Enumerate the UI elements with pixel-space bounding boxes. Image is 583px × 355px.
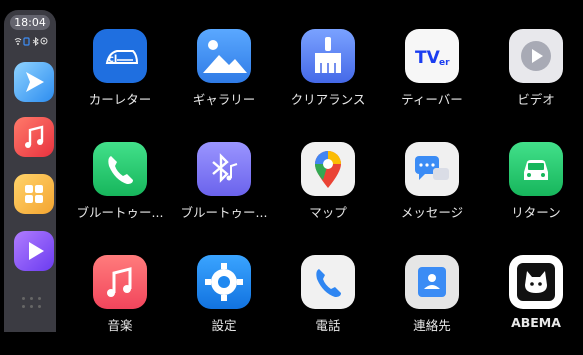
broom-icon [301, 29, 355, 83]
app-phone[interactable]: 電話 [276, 255, 380, 355]
dock-maps-app[interactable] [14, 62, 54, 102]
app-label: ABEMA [511, 315, 561, 330]
bluetooth-music-icon [197, 142, 251, 196]
battery-icon [23, 36, 30, 46]
app-label: ビデオ [517, 92, 555, 107]
app-label: ギャラリー [192, 92, 256, 107]
abema-icon [509, 255, 563, 309]
app-gallery[interactable]: ギャラリー [172, 29, 276, 129]
app-label: カーレター [88, 92, 152, 107]
google-maps-icon [301, 142, 355, 196]
car-return-icon [509, 142, 563, 196]
tver-icon: TV er [405, 29, 459, 83]
play-icon [29, 242, 44, 260]
contacts-icon [405, 255, 459, 309]
app-abema[interactable]: ABEMA [484, 255, 583, 355]
app-label: ブルートゥー... [76, 205, 164, 220]
dock-video-app[interactable] [14, 231, 54, 271]
app-label: 電話 [315, 318, 341, 333]
app-label: リターン [511, 205, 561, 220]
app-contacts[interactable]: 連絡先 [380, 255, 484, 355]
grid-app-icon [25, 185, 43, 203]
music-note-icon [25, 125, 44, 148]
app-label: メッセージ [400, 205, 464, 220]
gallery-icon [197, 29, 251, 83]
status-time: 18:04 [10, 15, 50, 30]
video-play-icon [509, 29, 563, 83]
app-video[interactable]: ビデオ [484, 29, 583, 129]
app-tver[interactable]: TV er ティーバー [380, 29, 484, 129]
app-bluetooth-phone[interactable]: ブルートゥー... [68, 142, 172, 242]
sidebar-dock: 18:04 [4, 10, 56, 332]
app-label: ブルートゥー... [180, 205, 268, 220]
app-label: 連絡先 [413, 318, 451, 333]
app-settings[interactable]: 設定 [172, 255, 276, 355]
svg-text:er: er [439, 58, 450, 68]
app-label: ティーバー [401, 92, 463, 107]
app-label: クリアランス [290, 92, 366, 107]
carplay-home-screen: 18:04 cl カーレター ギャラリー クリアランス TV er ティーバー … [0, 0, 583, 333]
phone-icon [93, 142, 147, 196]
app-clearance[interactable]: クリアランス [276, 29, 380, 129]
status-icons [14, 36, 48, 46]
dock-grid-app[interactable] [14, 174, 54, 214]
location-icon [40, 37, 48, 45]
app-label: マップ [309, 205, 347, 220]
app-label: 音楽 [107, 318, 133, 333]
settings-gear-icon [197, 255, 251, 309]
app-music[interactable]: 音楽 [68, 255, 172, 355]
svg-text:TV: TV [415, 48, 441, 68]
car-letter-icon: cl [93, 29, 147, 83]
app-return[interactable]: リターン [484, 142, 583, 242]
app-label: 設定 [211, 318, 237, 333]
app-bluetooth-music[interactable]: ブルートゥー... [172, 142, 276, 242]
dots-grid-icon[interactable] [20, 293, 44, 317]
dock-music-app[interactable] [14, 117, 54, 157]
phone-handset-icon [301, 255, 355, 309]
app-messages[interactable]: メッセージ [380, 142, 484, 242]
wifi-icon [14, 38, 22, 45]
svg-text:cl: cl [108, 54, 117, 65]
message-icon [405, 142, 459, 196]
navigation-arrow-icon [26, 72, 44, 92]
app-car-letter[interactable]: cl カーレター [68, 29, 172, 129]
music-note-icon [93, 255, 147, 309]
app-maps[interactable]: マップ [276, 142, 380, 242]
bluetooth-icon [32, 36, 39, 46]
